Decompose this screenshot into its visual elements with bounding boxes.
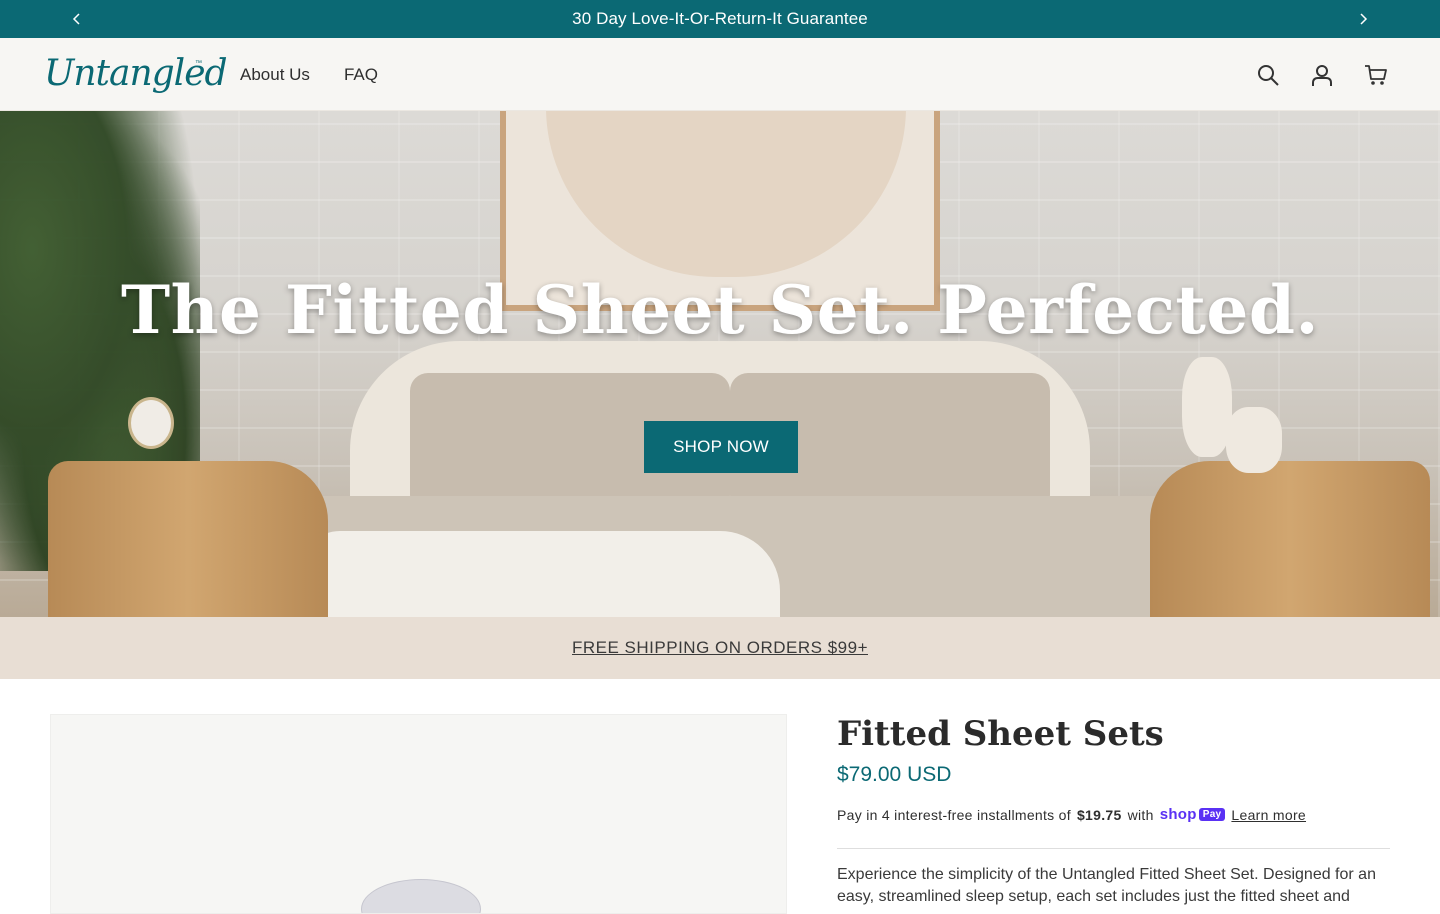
hero-title: The Fitted Sheet Set. Perfected. bbox=[120, 271, 1320, 349]
nav-faq[interactable]: FAQ bbox=[344, 65, 378, 85]
shop-now-button[interactable]: SHOP NOW bbox=[644, 421, 798, 473]
site-header: Untangled ™ About Us FAQ bbox=[0, 38, 1440, 111]
product-price: $79.00 USD bbox=[837, 763, 952, 786]
installments-with: with bbox=[1127, 806, 1154, 823]
hero-alarm-clock bbox=[128, 397, 174, 449]
announcement-bar: 30 Day Love-It-Or-Return-It Guarantee bbox=[0, 0, 1440, 38]
installment-amount: $19.75 bbox=[1076, 806, 1122, 823]
hero-nightstand-right bbox=[1150, 461, 1430, 617]
account-button[interactable] bbox=[1310, 63, 1334, 87]
learn-more-link[interactable]: Learn more bbox=[1231, 807, 1306, 823]
free-shipping-link[interactable]: FREE SHIPPING ON ORDERS $99+ bbox=[572, 638, 868, 658]
hero-nightstand-left bbox=[48, 461, 328, 617]
shop-pay-shop: shop bbox=[1159, 806, 1197, 823]
product-image[interactable] bbox=[50, 714, 787, 914]
main-nav: About Us FAQ bbox=[240, 38, 378, 111]
search-button[interactable] bbox=[1256, 63, 1280, 87]
announcement-prev-button[interactable] bbox=[62, 0, 92, 38]
nav-about-us[interactable]: About Us bbox=[240, 65, 310, 85]
shop-pay-pay: Pay bbox=[1198, 808, 1226, 821]
installments-text: Pay in 4 interest-free installments of bbox=[837, 806, 1071, 823]
cart-icon bbox=[1365, 64, 1387, 85]
shipping-banner: FREE SHIPPING ON ORDERS $99+ bbox=[0, 617, 1440, 679]
logo[interactable]: Untangled ™ bbox=[44, 48, 228, 100]
shop-pay-logo: shop Pay bbox=[1160, 806, 1226, 823]
installments-info: Pay in 4 interest-free installments of $… bbox=[837, 806, 1306, 823]
product-description: Experience the simplicity of the Untangl… bbox=[837, 866, 1376, 905]
account-icon bbox=[1312, 64, 1332, 86]
search-icon bbox=[1258, 64, 1279, 86]
announcement-next-button[interactable] bbox=[1348, 0, 1378, 38]
product-title: Fitted Sheet Sets bbox=[837, 714, 1164, 754]
hero-vase bbox=[1226, 407, 1282, 473]
announcement-message: 30 Day Love-It-Or-Return-It Guarantee bbox=[572, 9, 868, 28]
cart-button[interactable] bbox=[1364, 63, 1388, 87]
logo-trademark: ™ bbox=[195, 60, 202, 67]
chevron-left-icon bbox=[72, 13, 80, 25]
hero-vase bbox=[1182, 357, 1232, 457]
hero-banner: The Fitted Sheet Set. Perfected. SHOP NO… bbox=[0, 111, 1440, 617]
chevron-right-icon bbox=[1360, 13, 1368, 25]
header-icons bbox=[1256, 38, 1388, 111]
product-photo-sheet bbox=[361, 879, 481, 913]
divider bbox=[837, 848, 1390, 849]
hero-blanket bbox=[300, 531, 780, 617]
